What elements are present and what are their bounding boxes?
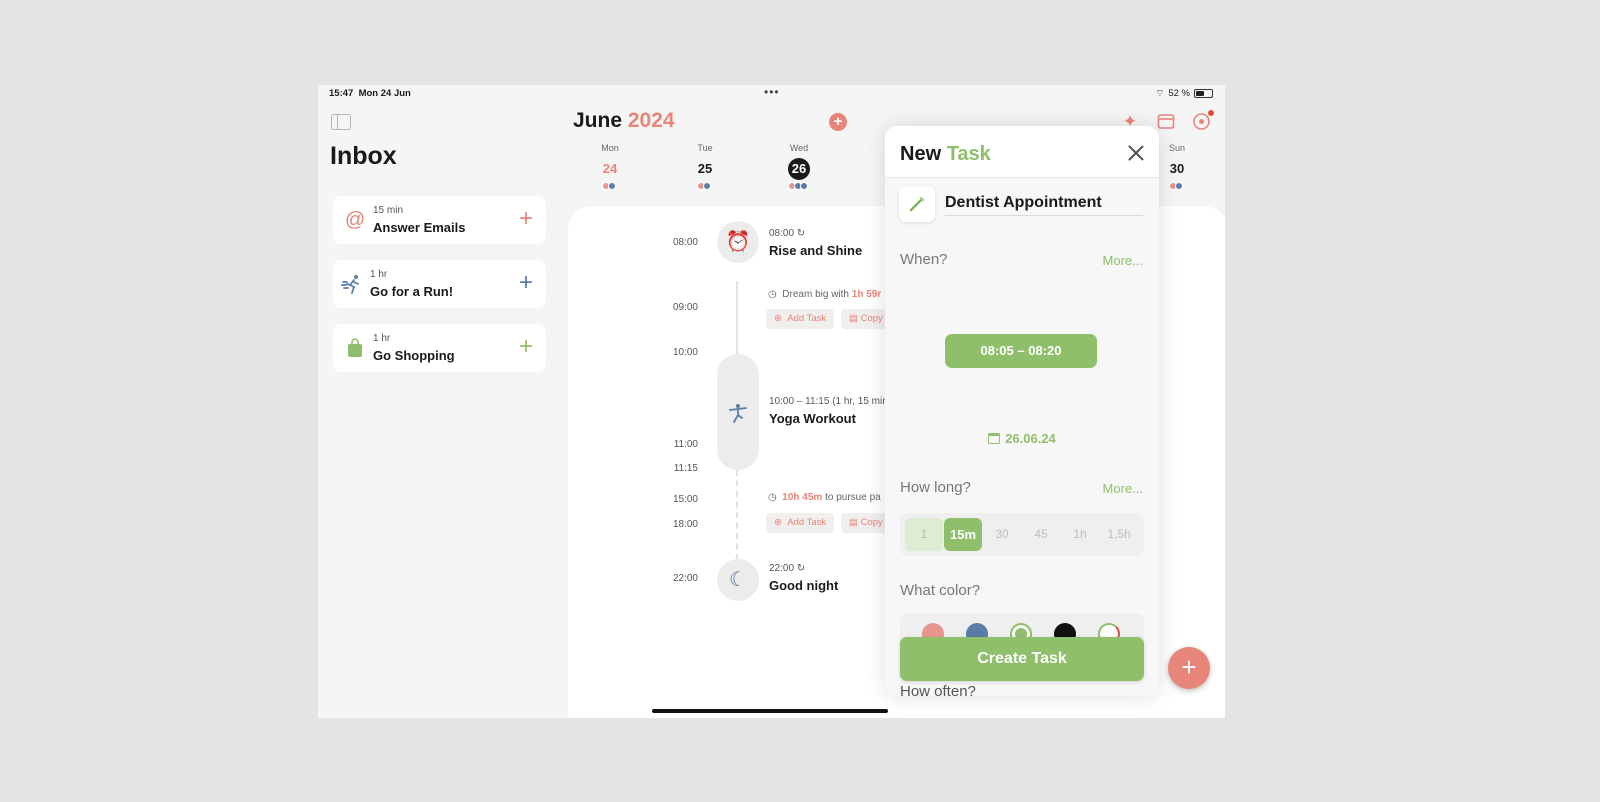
when-more-link[interactable]: More... <box>1103 253 1143 268</box>
duration-option[interactable]: 1,5h <box>1100 518 1138 551</box>
how-long-more-link[interactable]: More... <box>1103 481 1143 496</box>
how-long-label: How long? <box>900 479 971 496</box>
task-name-input[interactable] <box>945 190 1143 216</box>
timeline-connector <box>736 281 738 354</box>
sidebar-toggle-icon[interactable] <box>331 114 351 130</box>
status-time: 15:47 Mon 24 Jun <box>329 88 411 99</box>
running-icon <box>341 273 363 295</box>
add-to-day-button[interactable]: + <box>519 334 533 360</box>
status-indicators: ⌔ 52 % <box>1155 88 1213 99</box>
new-task-sheet: New Task When? More... 08:05 – 08:20 26.… <box>885 126 1159 696</box>
inbox-title: Inbox <box>330 142 397 170</box>
event-time: 08:00 ↻ <box>769 228 806 239</box>
duration-selector: 1 15m 30 45 1h 1,5h <box>900 513 1144 556</box>
add-to-day-button[interactable]: + <box>519 270 533 296</box>
time-label: 11:00 <box>673 439 698 450</box>
duration-option[interactable]: 1 <box>905 518 943 551</box>
add-to-day-button[interactable]: + <box>519 206 533 232</box>
day-mon[interactable]: Mon 24 <box>590 143 630 190</box>
alarm-clock-icon[interactable]: ⏰ <box>717 221 759 263</box>
sheet-header: New Task <box>885 126 1159 178</box>
inbox-item-title: Go for a Run! <box>370 284 454 299</box>
day-tue[interactable]: Tue 25 <box>685 143 725 190</box>
time-label: 08:00 <box>672 237 698 248</box>
timeline-connector <box>736 470 738 560</box>
shopping-bag-icon <box>344 337 366 359</box>
notification-badge <box>1208 110 1214 116</box>
inbox-item-go-shopping[interactable]: 1 hr Go Shopping + <box>333 324 546 372</box>
day-wed[interactable]: Wed 26 <box>779 143 819 190</box>
month-title[interactable]: June 2024 <box>573 109 675 133</box>
duration-option[interactable]: 1h <box>1061 518 1099 551</box>
wifi-icon: ⌔ <box>1155 88 1165 99</box>
day-sun[interactable]: Sun 30 <box>1157 143 1197 190</box>
home-indicator <box>652 709 888 713</box>
multitasking-dots[interactable]: ••• <box>764 85 780 99</box>
inbox-item-title: Go Shopping <box>373 348 455 363</box>
time-range-button[interactable]: 08:05 – 08:20 <box>945 334 1097 368</box>
add-inbox-button[interactable]: + <box>829 113 847 131</box>
duration-option[interactable]: 30 <box>983 518 1021 551</box>
event-title[interactable]: Yoga Workout <box>769 411 856 426</box>
add-task-chip[interactable]: ⊕ Add Task <box>766 309 835 329</box>
battery-percent: 52 % <box>1168 88 1190 99</box>
duration-option[interactable]: 45 <box>1022 518 1060 551</box>
time-label: 11:15 <box>673 463 698 474</box>
inbox-item-answer-emails[interactable]: @ 15 min Answer Emails + <box>333 196 546 244</box>
what-color-label: What color? <box>900 582 981 599</box>
moon-icon[interactable]: ☾ <box>717 559 759 601</box>
time-label: 09:00 <box>672 302 698 313</box>
at-icon: @ <box>344 209 366 231</box>
calendar-icon <box>988 433 1001 444</box>
duration-option-selected[interactable]: 15m <box>944 518 982 551</box>
inbox-item-duration: 1 hr <box>373 333 391 344</box>
when-label: When? <box>900 251 948 268</box>
copy-chip[interactable]: ▤ Copy <box>841 513 891 533</box>
close-icon[interactable] <box>1127 144 1145 162</box>
inbox-item-duration: 15 min <box>373 205 404 216</box>
copy-chip[interactable]: ▤ Copy <box>841 309 891 329</box>
inbox-item-title: Answer Emails <box>373 220 466 235</box>
free-time-note: ◷ Dream big with 1h 59r <box>768 289 882 300</box>
date-picker[interactable]: 26.06.24 <box>885 431 1159 446</box>
event-title[interactable]: Good night <box>769 578 838 593</box>
calendar-icon[interactable] <box>1156 112 1176 132</box>
event-time: 10:00 – 11:15 (1 hr, 15 min <box>769 396 888 407</box>
sheet-title: New Task <box>900 143 991 165</box>
task-icon-picker[interactable] <box>899 186 935 222</box>
time-label: 10:00 <box>672 347 698 358</box>
time-label: 22:00 <box>672 573 698 584</box>
ipad-screen: 15:47 Mon 24 Jun ••• ⌔ 52 % + Inbox @ 15… <box>318 85 1225 718</box>
yoga-icon[interactable] <box>717 354 759 470</box>
inbox-item-go-for-a-run[interactable]: 1 hr Go for a Run! + <box>333 260 546 308</box>
battery-icon <box>1194 89 1213 98</box>
free-time-note: ◷ 10h 45m to pursue pa <box>768 492 881 503</box>
inbox-item-duration: 1 hr <box>370 269 388 280</box>
how-often-label: How often? <box>900 683 976 696</box>
time-label: 15:00 <box>672 494 698 505</box>
time-label: 18:00 <box>672 519 698 530</box>
create-task-button[interactable]: Create Task <box>900 637 1144 681</box>
add-task-chip[interactable]: ⊕ Add Task <box>766 513 835 533</box>
add-task-fab[interactable]: + <box>1168 647 1210 689</box>
event-title[interactable]: Rise and Shine <box>769 243 862 258</box>
event-time: 22:00 ↻ <box>769 563 806 574</box>
